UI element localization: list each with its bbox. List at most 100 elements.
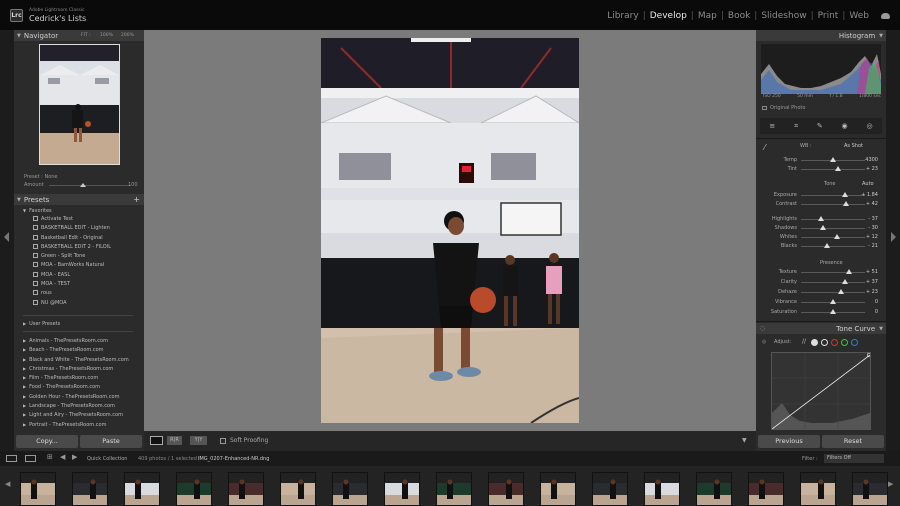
blue-channel-icon[interactable] xyxy=(851,339,858,346)
slider-blacks[interactable]: Blacks - 21 xyxy=(756,242,886,251)
slider-knob[interactable] xyxy=(830,299,836,304)
slider-value[interactable]: + 51 xyxy=(866,269,878,275)
healing-icon[interactable]: ✎ xyxy=(817,122,823,130)
slider-knob[interactable] xyxy=(820,225,827,230)
slider-value[interactable]: + 42 xyxy=(866,201,878,207)
module-book[interactable]: Book xyxy=(724,11,754,21)
amount-slider-track[interactable] xyxy=(49,185,131,186)
soft-proofing-checkbox[interactable] xyxy=(220,438,226,444)
edit-sliders-icon[interactable]: ≡ xyxy=(769,122,775,130)
amount-slider-knob[interactable] xyxy=(80,183,86,187)
catalog-name[interactable]: Cedrick's Lists xyxy=(29,14,86,23)
filmstrip-thumbnail[interactable] xyxy=(540,472,576,506)
module-web[interactable]: Web xyxy=(845,11,873,21)
favorites-folder[interactable]: ▼ Favorites xyxy=(23,206,52,215)
eyedropper-icon[interactable]: ⁄ xyxy=(764,143,765,152)
preset-group[interactable]: ▶ Christmas - ThePresetsRoom.com xyxy=(23,364,143,373)
preset-group[interactable]: ▶ Black and White - ThePresetsRoom.com xyxy=(23,355,143,364)
filter-select[interactable]: Filters Off xyxy=(824,454,884,463)
slider-track[interactable] xyxy=(801,282,865,283)
filmstrip-scroll-right-icon[interactable]: ▶ xyxy=(888,480,893,488)
filmstrip-thumbnail[interactable] xyxy=(124,472,160,506)
filmstrip-source[interactable]: Quick Collection xyxy=(87,456,127,462)
paste-button[interactable]: Paste xyxy=(80,435,142,448)
preset-item[interactable]: NU @MOA xyxy=(33,299,143,308)
slider-track[interactable] xyxy=(801,219,865,220)
filmstrip-thumbnail[interactable] xyxy=(176,472,212,506)
preset-item[interactable]: Activate Test xyxy=(33,215,143,224)
filmstrip-thumbnail[interactable] xyxy=(748,472,784,506)
selected-filename[interactable]: IMG_0207-Enhanced-NR.dng xyxy=(198,456,269,462)
preset-group[interactable]: ▶ Golden Hour - ThePresetsRoom.com xyxy=(23,392,143,401)
slider-value[interactable]: + 12 xyxy=(866,234,878,240)
green-channel-icon[interactable] xyxy=(841,339,848,346)
slider-contrast[interactable]: Contrast + 42 xyxy=(756,200,886,209)
preset-group[interactable]: ▶ Animals - ThePresetsRoom.com xyxy=(23,336,143,345)
slider-knob[interactable] xyxy=(818,216,825,221)
slider-value[interactable]: 4300 xyxy=(865,157,878,163)
loupe-view-icon[interactable] xyxy=(150,436,163,445)
red-eye-icon[interactable]: ◉ xyxy=(842,122,848,130)
filmstrip-thumbnail[interactable] xyxy=(644,472,680,506)
preset-group[interactable]: ▶ Light and Airy - ThePresetsRoom.com xyxy=(23,410,143,419)
slider-track[interactable] xyxy=(801,195,865,196)
curve-point-icon[interactable]: ◎ xyxy=(762,339,766,345)
module-map[interactable]: Map xyxy=(694,11,721,21)
reset-button[interactable]: Reset xyxy=(822,435,884,448)
slider-track[interactable] xyxy=(801,292,865,293)
filmstrip-thumbnail[interactable] xyxy=(852,472,888,506)
preset-group[interactable]: ▶ Landscape - ThePresetsRoom.com xyxy=(23,401,143,410)
rgb-curve-icon[interactable] xyxy=(811,339,818,346)
histogram-header[interactable]: Histogram ▼ xyxy=(756,30,886,41)
grid-view-icon[interactable] xyxy=(25,455,36,462)
slider-knob[interactable] xyxy=(835,166,842,171)
filmstrip-thumbnail[interactable] xyxy=(228,472,264,506)
slider-knob[interactable] xyxy=(830,309,836,314)
slider-value[interactable]: + 23 xyxy=(866,289,878,295)
masking-icon[interactable]: ◎ xyxy=(866,122,872,130)
slider-shadows[interactable]: Shadows - 30 xyxy=(756,224,886,233)
slider-texture[interactable]: Texture + 51 xyxy=(756,268,886,277)
slider-dehaze[interactable]: Dehaze + 23 xyxy=(756,288,886,297)
preset-group[interactable]: ▶ Food - ThePresetsRoom.com xyxy=(23,382,143,391)
user-presets-folder[interactable]: ▶ User Presets xyxy=(23,319,60,328)
slider-exposure[interactable]: Exposure + 1.84 xyxy=(756,191,886,200)
slider-knob[interactable] xyxy=(842,201,849,206)
slider-whites[interactable]: Whites + 12 xyxy=(756,233,886,242)
zoom-200[interactable]: 200% xyxy=(121,33,134,38)
before-after-icon[interactable]: R|R xyxy=(167,436,182,445)
cloud-sync-icon[interactable] xyxy=(881,13,890,19)
previous-button[interactable]: Previous xyxy=(758,435,820,448)
module-develop[interactable]: Develop xyxy=(646,11,691,21)
slider-track[interactable] xyxy=(801,204,865,205)
slider-vibrance[interactable]: Vibrance 0 xyxy=(756,298,886,307)
slider-highlights[interactable]: Highlights - 37 xyxy=(756,215,886,224)
histogram-graph[interactable] xyxy=(761,44,881,94)
slider-track[interactable] xyxy=(801,228,865,229)
wb-select[interactable]: As Shot xyxy=(844,143,863,149)
slider-value[interactable]: - 21 xyxy=(868,243,878,249)
red-channel-icon[interactable] xyxy=(831,339,838,346)
slider-track[interactable] xyxy=(801,246,865,247)
slider-clarity[interactable]: Clarity + 37 xyxy=(756,278,886,287)
add-preset-icon[interactable]: + xyxy=(133,195,140,204)
zoom-100[interactable]: 100% xyxy=(100,33,113,38)
presets-header[interactable]: ▼ Presets + xyxy=(14,194,144,205)
filmstrip-thumbnail[interactable] xyxy=(436,472,472,506)
slider-value[interactable]: 0 xyxy=(875,309,878,315)
slider-saturation[interactable]: Saturation 0 xyxy=(756,308,886,317)
preset-item[interactable]: Green - Split Tone xyxy=(33,252,143,261)
crop-icon[interactable]: ⌗ xyxy=(794,122,798,131)
view-toggle-button[interactable]: Y|Y xyxy=(190,436,207,445)
slider-knob[interactable] xyxy=(830,157,836,162)
filmstrip-scroll-left-icon[interactable]: ◀ xyxy=(5,480,10,488)
preset-item[interactable]: MOA - EASL xyxy=(33,271,143,280)
filmstrip-thumbnail[interactable] xyxy=(20,472,56,506)
slider-temp[interactable]: Temp 4300 xyxy=(756,156,886,165)
auto-tone-button[interactable]: Auto xyxy=(862,181,874,187)
luminance-curve-icon[interactable] xyxy=(821,339,828,346)
slider-value[interactable]: 0 xyxy=(875,299,878,305)
secondary-display-icon[interactable] xyxy=(6,455,17,462)
slider-tint[interactable]: Tint + 23 xyxy=(756,165,886,174)
filmstrip-thumbnail[interactable] xyxy=(332,472,368,506)
